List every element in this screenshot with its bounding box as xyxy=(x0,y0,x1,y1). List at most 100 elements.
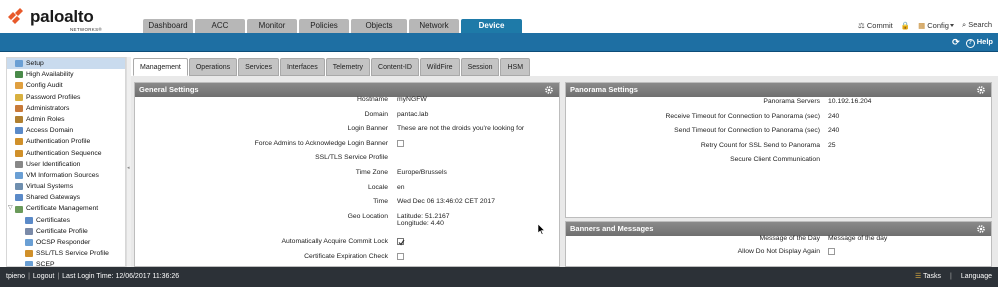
setting-label: Time Zone xyxy=(355,169,388,176)
setting-value: myNGFW xyxy=(397,96,427,103)
tab-objects[interactable]: Objects xyxy=(351,19,407,33)
sidebar-item-certificate-profile[interactable]: Certificate Profile xyxy=(7,226,125,237)
subtab-operations[interactable]: Operations xyxy=(188,58,238,76)
sidebar-item-label: Certificate Management xyxy=(26,205,99,213)
setting-label: Geo Location xyxy=(347,212,388,220)
tab-policies[interactable]: Policies xyxy=(299,19,349,33)
sidebar-item-shared-gateways[interactable]: Shared Gateways xyxy=(7,192,125,203)
sidebar-item-vm-information-sources[interactable]: VM Information Sources xyxy=(7,170,125,181)
sidebar-item-label: Certificate Profile xyxy=(36,227,88,235)
setting-value: en xyxy=(397,183,405,191)
commit-button[interactable]: ⚖ Commit xyxy=(858,21,893,30)
panel-header: General Settings xyxy=(135,83,559,97)
language-button[interactable]: Language xyxy=(961,267,992,287)
logout-link[interactable]: Logout xyxy=(33,273,54,280)
sidebar-node-icon xyxy=(15,116,23,124)
sidebar-item-label: Config Audit xyxy=(26,82,63,90)
tab-dashboard[interactable]: Dashboard xyxy=(143,19,193,33)
sidebar-item-access-domain[interactable]: Access Domain xyxy=(7,125,125,136)
subtab-content-id[interactable]: Content-ID xyxy=(371,58,419,76)
sidebar-node-icon xyxy=(15,71,23,79)
sidebar-item-administrators[interactable]: Administrators xyxy=(7,103,125,114)
sidebar-item-ocsp-responder[interactable]: OCSP Responder xyxy=(7,237,125,248)
subtab-interfaces[interactable]: Interfaces xyxy=(279,58,325,76)
sidebar-item-high-availability[interactable]: High Availability xyxy=(7,69,125,80)
setting-row: Hostname myNGFW xyxy=(135,96,559,109)
general-settings-panel: General Settings Hostname myNGFW Domain pan… xyxy=(134,82,560,267)
sidebar-item-password-profiles[interactable]: Password Profiles xyxy=(7,92,125,103)
tab-network[interactable]: Network xyxy=(409,19,459,33)
setting-label: Automatically Acquire Commit Lock xyxy=(281,238,388,246)
sidebar-item-label: Setup xyxy=(26,60,44,67)
setting-row: Receive Timeout for Connection to Panora… xyxy=(566,113,991,126)
setting-label: Secure Client Communication xyxy=(730,156,820,164)
sidebar-item-virtual-systems[interactable]: Virtual Systems xyxy=(7,181,125,192)
sidebar-node-icon xyxy=(15,82,23,90)
panel-header: Panorama Settings xyxy=(566,83,991,97)
sidebar-item-certificates[interactable]: Certificates xyxy=(7,215,125,226)
subtab-telemetry[interactable]: Telemetry xyxy=(325,58,371,76)
mouse-cursor-icon xyxy=(538,224,546,235)
lock-icon[interactable]: 🔒 xyxy=(901,21,910,30)
sidebar-item-scep[interactable]: SCEP xyxy=(7,259,125,266)
sidebar-node-icon xyxy=(25,250,33,258)
top-bar: paloalto NETWORKS® Dashboard ACC Monitor Po… xyxy=(0,0,998,37)
tree-expander-icon[interactable]: ▽ xyxy=(8,203,15,214)
sidebar-node-icon xyxy=(15,104,23,112)
setting-row: Domain pantac.lab xyxy=(135,111,559,124)
sidebar-item-user-identification[interactable]: User Identification xyxy=(7,159,125,170)
sidebar-item-config-audit[interactable]: Config Audit xyxy=(7,80,125,91)
setting-checkbox[interactable] xyxy=(397,139,404,147)
subtab-management[interactable]: Management xyxy=(133,58,188,76)
sidebar-item-authentication-profile[interactable]: Authentication Profile xyxy=(7,136,125,147)
panel-title: Panorama Settings xyxy=(570,85,638,94)
sidebar-node-icon xyxy=(25,227,33,235)
sidebar-item-ssl-tls-service-profile[interactable]: SSL/TLS Service Profile xyxy=(7,248,125,259)
setting-value-cell: en xyxy=(397,184,405,191)
tab-monitor[interactable]: Monitor xyxy=(247,19,297,33)
setting-row: Automatically Acquire Commit Lock xyxy=(135,238,559,251)
setting-row: Secure Client Communication xyxy=(566,156,991,169)
setting-checkbox[interactable] xyxy=(397,238,405,246)
help-icon: ? xyxy=(965,39,975,48)
setting-row: Time Wed Dec 06 13:46:02 CET 2017 xyxy=(135,198,559,211)
setting-value xyxy=(397,238,405,246)
setting-label: Locale xyxy=(367,183,388,191)
sidebar-item-certificate-management[interactable]: ▽ Certificate Management xyxy=(7,203,125,214)
gear-icon[interactable] xyxy=(976,85,986,95)
setting-label: SSL/TLS Service Profile xyxy=(315,154,388,162)
sidebar-node-icon xyxy=(15,60,23,68)
sidebar-node-icon xyxy=(15,205,23,213)
gear-icon[interactable] xyxy=(976,224,986,234)
setting-value-cell: pantac.lab xyxy=(397,111,428,118)
sidebar-item-label: Administrators xyxy=(26,104,70,112)
tab-acc[interactable]: ACC xyxy=(195,19,245,33)
setting-value: Wed Dec 06 13:46:02 CET 2017 xyxy=(397,198,495,206)
tab-device[interactable]: Device xyxy=(461,19,522,33)
setting-value: 240 xyxy=(828,112,840,120)
config-menu[interactable]: ▦ Config xyxy=(918,21,954,30)
setting-checkbox[interactable] xyxy=(828,248,835,255)
brand-tagline: NETWORKS® xyxy=(70,27,103,32)
collapse-arrow-icon: ◂ xyxy=(127,165,130,171)
sidebar-item-authentication-sequence[interactable]: Authentication Sequence xyxy=(7,148,125,159)
setting-checkbox[interactable] xyxy=(397,252,404,260)
tasks-button[interactable]: ☰ Tasks xyxy=(915,267,941,287)
sidebar-item-label: Shared Gateways xyxy=(26,194,81,202)
subtab-services[interactable]: Services xyxy=(238,58,279,76)
help-button[interactable]: ? Help xyxy=(965,37,993,48)
sidebar-item-label: Virtual Systems xyxy=(26,183,74,191)
setting-label: Hostname xyxy=(357,96,388,103)
subtab-hsm[interactable]: HSM xyxy=(500,58,531,76)
refresh-icon[interactable]: ⟳ xyxy=(952,37,960,48)
sidebar-item-setup[interactable]: Setup xyxy=(7,58,125,70)
sidebar-item-admin-roles[interactable]: Admin Roles xyxy=(7,114,125,125)
subtab-session[interactable]: Session xyxy=(460,58,500,76)
setting-label: Certificate Expiration Check xyxy=(304,252,388,260)
search-button[interactable]: ⌕ Search xyxy=(962,20,992,30)
gear-icon[interactable] xyxy=(544,85,554,95)
sidebar-node-icon xyxy=(15,160,23,168)
subtab-wildfire[interactable]: WildFire xyxy=(419,58,460,76)
setting-label: Allow Do Not Display Again xyxy=(737,248,820,255)
setting-value: 240 xyxy=(828,127,840,135)
